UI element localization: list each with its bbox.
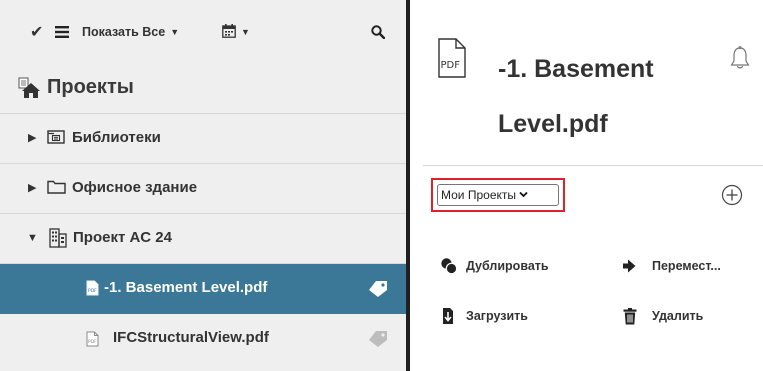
caret-down-icon: ▼: [241, 27, 250, 37]
arrow-right-icon: [622, 259, 652, 273]
duplicate-icon: [440, 257, 466, 275]
tree-item-label: Проект AC 24: [73, 229, 172, 246]
tree-item-label: Офисное здание: [72, 179, 198, 196]
tree-item-label: IFCStructuralView.pdf: [113, 329, 269, 346]
checkmark-icon[interactable]: ✔: [30, 21, 43, 43]
project-tree-panel: ✔ Показать Все ▼ ▼ Проекты ▶ Библиотеки …: [0, 0, 410, 371]
document-title: -1. Basement Level.pdf: [498, 42, 698, 152]
download-label: Загрузить: [466, 309, 528, 323]
calendar-dropdown[interactable]: ▼: [222, 21, 250, 43]
bell-icon[interactable]: [730, 46, 750, 75]
projects-house-icon: [18, 77, 40, 104]
trash-icon: [623, 307, 652, 325]
expand-arrow-icon[interactable]: ▶: [28, 181, 36, 194]
hamburger-icon[interactable]: [55, 21, 69, 43]
tree-item-libraries[interactable]: ▶ Библиотеки: [0, 114, 406, 164]
duplicate-label: Дублировать: [466, 259, 549, 273]
chevron-down-icon: [519, 190, 528, 201]
divider: [423, 165, 763, 166]
caret-down-icon: ▼: [170, 27, 180, 37]
filter-label: Показать Все: [82, 25, 166, 39]
delete-label: Удалить: [652, 309, 704, 323]
filter-dropdown[interactable]: Показать Все ▼: [82, 21, 179, 43]
plus-circle-icon[interactable]: [721, 184, 743, 211]
tag-icon[interactable]: [368, 330, 388, 353]
search-icon[interactable]: [371, 21, 385, 43]
svg-text:PDF: PDF: [88, 288, 97, 294]
pdf-file-icon: PDF: [86, 331, 99, 352]
duplicate-button[interactable]: Дублировать: [440, 255, 549, 277]
folder-icon: [47, 179, 66, 200]
collapse-arrow-icon[interactable]: ▼: [27, 232, 38, 244]
document-title-line2: Level.pdf: [498, 110, 608, 138]
project-select-highlight: Мои Проекты: [431, 178, 565, 212]
building-icon: [49, 228, 67, 253]
document-title-line1: -1. Basement: [498, 55, 654, 83]
file-details-panel: PDF -1. Basement Level.pdf Мои Проекты Д…: [410, 0, 763, 371]
pdf-file-icon: PDF: [437, 38, 467, 83]
move-label: Перемест...: [652, 259, 721, 273]
download-file-icon: [442, 307, 466, 325]
project-select-value: Мои Проекты: [441, 188, 516, 202]
project-select[interactable]: Мои Проекты: [437, 184, 559, 206]
projects-header[interactable]: Проекты: [0, 64, 406, 114]
tree-item-label: -1. Basement Level.pdf: [104, 279, 268, 296]
move-button[interactable]: Перемест...: [622, 255, 721, 277]
tree-item-project-ac24[interactable]: ▼ Проект AC 24: [0, 214, 406, 264]
tree-item-basement-level-pdf[interactable]: PDF -1. Basement Level.pdf: [0, 264, 406, 314]
projects-title: Проекты: [47, 76, 134, 98]
calendar-icon: [222, 23, 236, 41]
pdf-file-icon: PDF: [86, 280, 99, 301]
expand-arrow-icon[interactable]: ▶: [28, 131, 36, 144]
library-folder-icon: [47, 129, 65, 150]
tree-item-office-building[interactable]: ▶ Офисное здание: [0, 164, 406, 214]
svg-text:PDF: PDF: [88, 339, 97, 345]
tree-toolbar: ✔ Показать Все ▼ ▼: [0, 0, 406, 64]
tree-item-ifc-structural-view-pdf[interactable]: PDF IFCStructuralView.pdf: [0, 314, 406, 364]
download-button[interactable]: Загрузить: [442, 305, 528, 327]
pdf-badge: PDF: [441, 60, 461, 71]
delete-button[interactable]: Удалить: [623, 305, 703, 327]
tree-item-label: Библиотеки: [72, 129, 161, 146]
tag-icon[interactable]: [368, 280, 388, 303]
